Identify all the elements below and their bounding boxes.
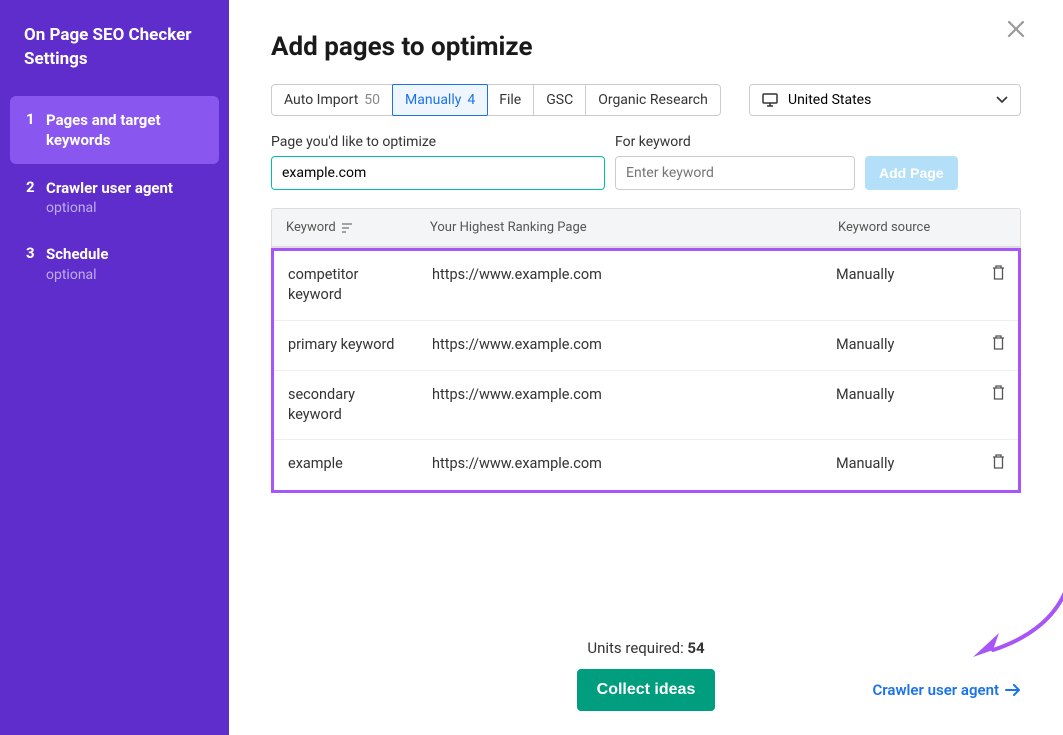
step-optional: optional: [46, 267, 203, 283]
sidebar-step-2[interactable]: 2 Crawler user agent optional: [10, 164, 219, 230]
chevron-down-icon: [996, 96, 1008, 104]
close-button[interactable]: [1005, 18, 1027, 40]
tab-label: GSC: [546, 92, 573, 108]
cell-page: https://www.example.com: [422, 371, 826, 419]
delete-row-button[interactable]: [978, 321, 1018, 370]
tab-label: Auto Import: [284, 92, 358, 108]
table-row: example https://www.example.com Manually: [274, 440, 1018, 489]
cell-keyword: secondary keyword: [274, 371, 422, 440]
step-label: Pages and target keywords: [46, 110, 203, 151]
tab-label: File: [499, 92, 521, 108]
sidebar: On Page SEO Checker Settings 1 Pages and…: [0, 0, 229, 735]
cell-keyword: example: [274, 440, 422, 488]
cell-keyword: primary keyword: [274, 321, 422, 369]
sidebar-step-1[interactable]: 1 Pages and target keywords: [10, 96, 219, 165]
tab-count: 4: [467, 92, 475, 108]
tab-bar: Auto Import 50 Manually 4 File GSC Organ…: [271, 84, 721, 116]
tab-auto-import[interactable]: Auto Import 50: [272, 85, 393, 115]
sort-icon: [342, 223, 354, 233]
keyword-input-label: For keyword: [615, 134, 691, 150]
cell-source: Manually: [826, 371, 978, 419]
delete-row-button[interactable]: [978, 371, 1018, 420]
sidebar-title: On Page SEO Checker Settings: [0, 24, 229, 96]
cell-source: Manually: [826, 251, 978, 299]
trash-icon: [992, 385, 1005, 400]
sidebar-step-3[interactable]: 3 Schedule optional: [10, 230, 219, 296]
cell-page: https://www.example.com: [422, 321, 826, 369]
trash-icon: [992, 265, 1005, 280]
desktop-icon: [762, 93, 778, 107]
step-number: 3: [26, 244, 46, 282]
collect-ideas-button[interactable]: Collect ideas: [577, 669, 716, 711]
cell-page: https://www.example.com: [422, 251, 826, 299]
crawler-user-agent-link[interactable]: Crawler user agent: [872, 681, 1021, 699]
tab-count: 50: [364, 92, 380, 108]
cell-keyword: competitor keyword: [274, 251, 422, 320]
step-number: 2: [26, 178, 46, 216]
col-source-header: Keyword source: [828, 209, 980, 246]
keywords-table: Keyword Your Highest Ranking Page Keywor…: [271, 208, 1021, 248]
cell-source: Manually: [826, 321, 978, 369]
country-select[interactable]: United States: [749, 84, 1021, 116]
main-panel: Add pages to optimize Auto Import 50 Man…: [229, 0, 1063, 735]
step-label: Crawler user agent: [46, 178, 203, 198]
delete-row-button[interactable]: [978, 251, 1018, 300]
tab-gsc[interactable]: GSC: [534, 85, 586, 115]
table-body-highlight: competitor keyword https://www.example.c…: [271, 248, 1021, 493]
tab-label: Manually: [405, 92, 461, 108]
arrow-right-icon: [1005, 684, 1021, 696]
add-page-button[interactable]: Add Page: [865, 156, 958, 190]
trash-icon: [992, 454, 1005, 469]
col-keyword-header[interactable]: Keyword: [272, 209, 420, 246]
table-row: secondary keyword https://www.example.co…: [274, 371, 1018, 441]
step-optional: optional: [46, 200, 203, 216]
tab-organic-research[interactable]: Organic Research: [586, 85, 720, 115]
trash-icon: [992, 335, 1005, 350]
tab-label: Organic Research: [598, 92, 708, 108]
table-row: competitor keyword https://www.example.c…: [274, 251, 1018, 321]
cell-source: Manually: [826, 440, 978, 488]
cell-page: https://www.example.com: [422, 440, 826, 488]
units-required-label: Units required: 54: [271, 639, 1021, 657]
close-icon: [1005, 18, 1027, 40]
tab-file[interactable]: File: [487, 85, 534, 115]
col-page-header: Your Highest Ranking Page: [420, 209, 828, 246]
table-row: primary keyword https://www.example.com …: [274, 321, 1018, 371]
table-header: Keyword Your Highest Ranking Page Keywor…: [272, 209, 1020, 247]
page-title: Add pages to optimize: [271, 32, 1021, 62]
page-input-label: Page you'd like to optimize: [271, 134, 605, 150]
country-label: United States: [788, 92, 871, 108]
step-number: 1: [26, 110, 46, 151]
step-label: Schedule: [46, 244, 203, 264]
tab-manually[interactable]: Manually 4: [392, 84, 488, 116]
keyword-input[interactable]: [615, 156, 855, 190]
delete-row-button[interactable]: [978, 440, 1018, 489]
page-input[interactable]: [271, 156, 605, 190]
